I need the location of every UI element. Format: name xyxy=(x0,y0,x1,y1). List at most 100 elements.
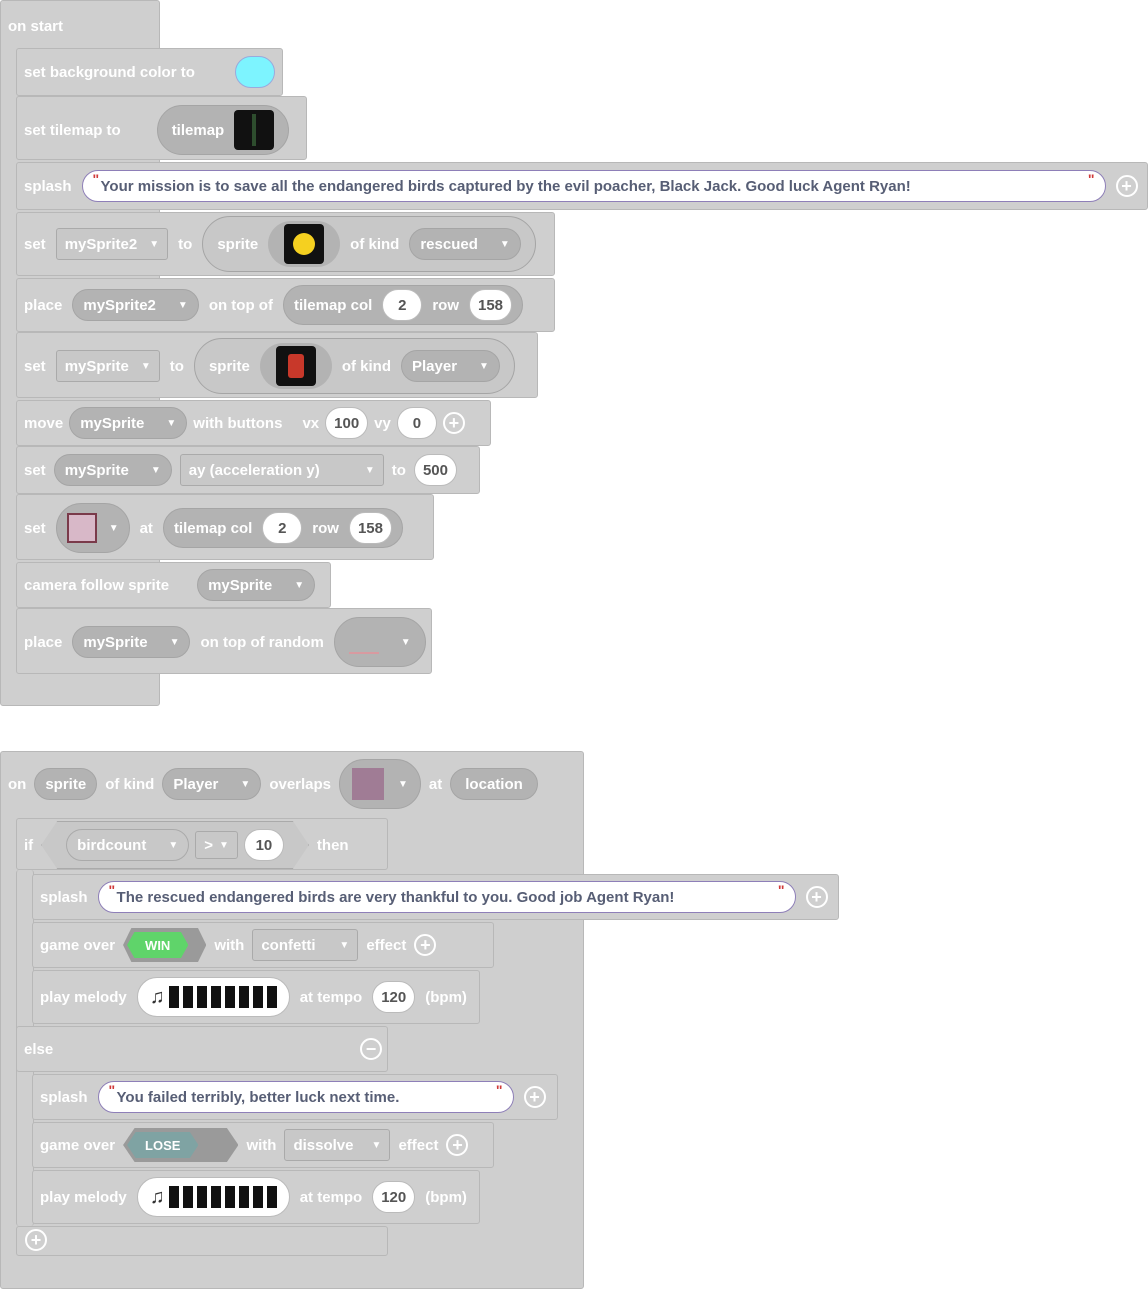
tilemap-location-pill[interactable]: tilemap col 2 row 158 xyxy=(282,285,524,325)
on-label: on xyxy=(8,775,27,793)
at-tempo-label: at tempo xyxy=(299,988,363,1006)
variable-name: birdcount xyxy=(77,836,147,854)
remove-else-icon[interactable]: − xyxy=(360,1038,382,1060)
game-over-label: game over xyxy=(40,1136,116,1154)
add-parameter-icon[interactable]: + xyxy=(442,412,465,434)
camera-follow-label: camera follow sprite xyxy=(24,576,170,594)
dropdown-arrow-icon: ▼ xyxy=(108,522,119,534)
dropdown-arrow-icon: ▼ xyxy=(294,579,305,591)
col-input[interactable]: 2 xyxy=(382,289,423,321)
variable-name: mySprite xyxy=(208,576,273,594)
lose-badge: LOSE xyxy=(127,1132,199,1158)
effect-dropdown[interactable]: confetti ▼ xyxy=(252,929,359,961)
variable-dropdown-mysprite2[interactable]: mySprite2 ▼ xyxy=(72,289,199,321)
sprite-value: sprite xyxy=(45,775,87,793)
row-input[interactable]: 158 xyxy=(468,289,513,321)
variable-dropdown-mysprite[interactable]: mySprite ▼ xyxy=(197,569,316,601)
dropdown-arrow-icon: ▼ xyxy=(339,939,350,951)
effect-dropdown[interactable]: dissolve ▼ xyxy=(284,1129,391,1161)
add-parameter-icon[interactable]: + xyxy=(414,934,437,956)
tilemap-location-pill[interactable]: tilemap col 2 row 158 xyxy=(162,508,403,548)
lose-toggle[interactable]: LOSE xyxy=(123,1128,239,1162)
at-label: at xyxy=(139,519,153,537)
player-sprite-thumbnail[interactable] xyxy=(259,343,332,389)
win-toggle[interactable]: WIN xyxy=(123,928,207,962)
location-param-pill[interactable]: location xyxy=(450,768,538,800)
col-input[interactable]: 2 xyxy=(262,512,303,544)
vy-input[interactable]: 0 xyxy=(396,407,437,439)
of-kind-label: of kind xyxy=(350,235,400,253)
dropdown-arrow-icon: ▼ xyxy=(219,839,229,851)
splash-label: splash xyxy=(40,888,88,906)
melody-editor[interactable]: ♫ xyxy=(136,1177,290,1217)
sprite-param-pill[interactable]: sprite xyxy=(34,768,98,800)
game-over-label: game over xyxy=(40,936,116,954)
vx-label: vx xyxy=(302,414,320,432)
variable-dropdown-birdcount[interactable]: birdcount ▼ xyxy=(66,829,190,861)
variable-dropdown-mysprite[interactable]: mySprite ▼ xyxy=(55,350,160,382)
operator-dropdown[interactable]: > ▼ xyxy=(195,831,238,859)
dropdown-arrow-icon: ▼ xyxy=(177,299,188,311)
tile-picker-dropdown[interactable]: ▼ xyxy=(55,503,130,553)
variable-name: mySprite xyxy=(80,414,145,432)
to-label: to xyxy=(178,235,193,253)
dropdown-arrow-icon: ▼ xyxy=(400,636,411,648)
tile-picker-dropdown[interactable]: ▼ xyxy=(333,617,426,667)
variable-dropdown-mysprite[interactable]: mySprite ▼ xyxy=(69,407,188,439)
row-input[interactable]: 158 xyxy=(348,512,392,544)
tilemap-thumbnail-icon[interactable] xyxy=(234,110,275,150)
tile-picker-dropdown[interactable]: ▼ xyxy=(339,759,421,809)
vx-input[interactable]: 100 xyxy=(325,407,369,439)
variable-name: mySprite xyxy=(64,357,129,375)
splash-text-lose[interactable]: You failed terribly, better luck next ti… xyxy=(97,1081,514,1113)
sprite-create-pill[interactable]: sprite of kind Player ▼ xyxy=(193,338,515,394)
add-else-if-icon[interactable]: + xyxy=(25,1229,47,1251)
tempo-input[interactable]: 120 xyxy=(372,1181,416,1213)
with-label: with xyxy=(214,936,245,954)
melody-editor[interactable]: ♫ xyxy=(136,977,290,1017)
kind-value: rescued xyxy=(420,235,478,253)
add-parameter-icon[interactable]: + xyxy=(446,1134,469,1156)
with-buttons-label: with buttons xyxy=(193,414,283,432)
compare-value-input[interactable]: 10 xyxy=(243,829,284,861)
purple-tile-icon xyxy=(352,768,385,800)
music-note-icon: ♫ xyxy=(149,985,165,1008)
operator-value: > xyxy=(204,836,213,854)
background-color-swatch[interactable] xyxy=(234,56,275,88)
move-label: move xyxy=(24,414,64,432)
variable-dropdown-mysprite[interactable]: mySprite ▼ xyxy=(53,454,172,486)
variable-name: mySprite xyxy=(64,461,129,479)
tilemap-value: tilemap xyxy=(171,121,225,139)
effect-value: confetti xyxy=(261,936,316,954)
bpm-label: (bpm) xyxy=(425,1188,467,1206)
add-parameter-icon[interactable]: + xyxy=(523,1086,546,1108)
splash-text-win[interactable]: The rescued endangered birds are very th… xyxy=(97,881,796,913)
tilemap-col-label: tilemap col xyxy=(293,296,373,314)
comparison-hex[interactable]: birdcount ▼ > ▼ 10 xyxy=(41,821,309,869)
bpm-label: (bpm) xyxy=(425,988,467,1006)
to-label: to xyxy=(169,357,184,375)
of-kind-label: of kind xyxy=(105,775,155,793)
with-label: with xyxy=(246,1136,277,1154)
sprite-create-pill[interactable]: sprite of kind rescued ▼ xyxy=(202,216,536,272)
splash-text-1[interactable]: Your mission is to save all the endanger… xyxy=(81,170,1106,202)
variable-name: mySprite xyxy=(83,633,148,651)
of-kind-label: of kind xyxy=(341,357,391,375)
variable-dropdown-mysprite[interactable]: mySprite ▼ xyxy=(72,626,191,658)
on-start-label: on start xyxy=(8,17,64,35)
variable-dropdown-mysprite2[interactable]: mySprite2 ▼ xyxy=(55,228,169,260)
to-label: to xyxy=(391,461,406,479)
kind-dropdown-player[interactable]: Player ▼ xyxy=(162,768,262,800)
dropdown-arrow-icon: ▼ xyxy=(149,238,160,250)
add-parameter-icon[interactable]: + xyxy=(805,886,828,908)
property-dropdown[interactable]: ay (acceleration y) ▼ xyxy=(179,454,384,486)
tilemap-pill[interactable]: tilemap xyxy=(156,105,290,155)
location-value: location xyxy=(465,775,523,793)
tempo-input[interactable]: 120 xyxy=(372,981,416,1013)
acceleration-input[interactable]: 500 xyxy=(413,454,457,486)
kind-dropdown-rescued[interactable]: rescued ▼ xyxy=(409,228,521,260)
kind-dropdown-player[interactable]: Player ▼ xyxy=(401,350,500,382)
add-parameter-icon[interactable]: + xyxy=(1115,175,1138,197)
bird-sprite-thumbnail[interactable] xyxy=(268,221,341,267)
set-label: set xyxy=(24,235,46,253)
